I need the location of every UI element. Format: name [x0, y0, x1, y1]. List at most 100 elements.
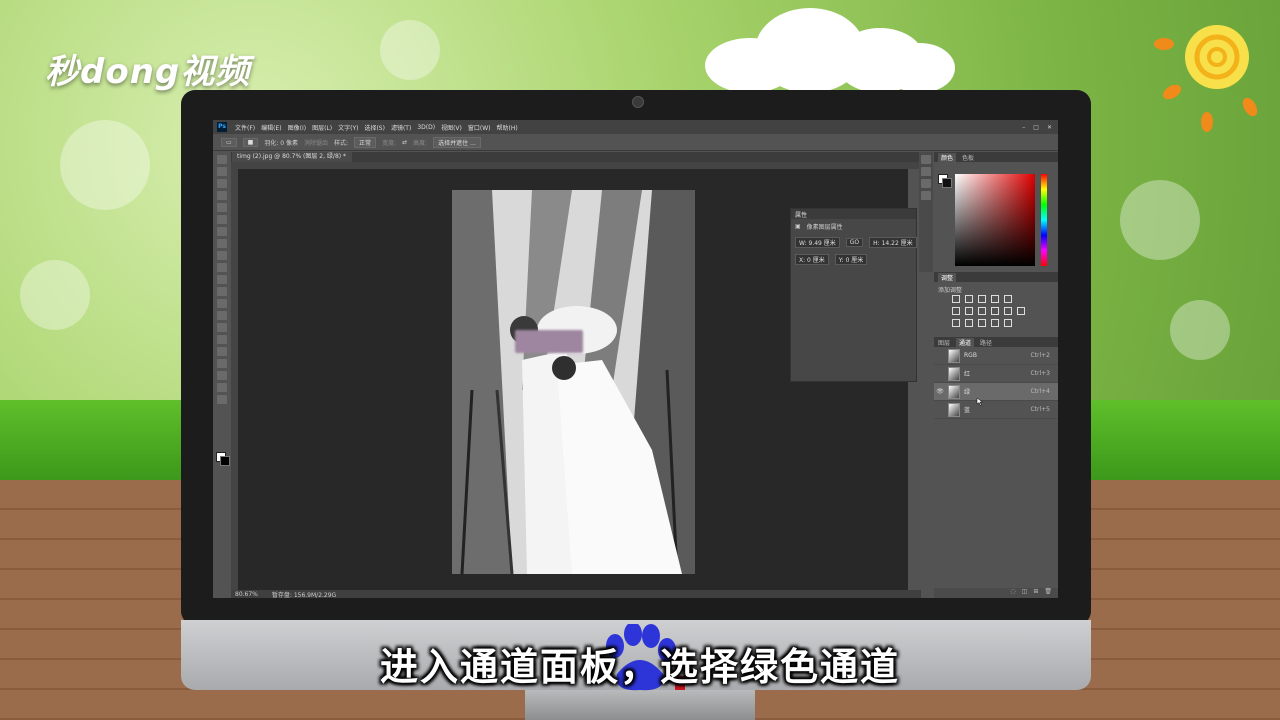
new-selection-icon[interactable]: ■ — [242, 137, 259, 147]
background-color-swatch[interactable] — [220, 456, 230, 466]
menu-layer[interactable]: 图层(L) — [312, 123, 332, 132]
channel-thumbnail — [948, 366, 960, 381]
channel-shortcut: Ctrl+3 — [1030, 370, 1050, 377]
document-tab[interactable]: timg (2).jpg @ 80.7% (图层 2, 绿/8) * — [231, 152, 353, 162]
bokeh-light — [60, 120, 150, 210]
menu-image[interactable]: 图像(I) — [288, 123, 306, 132]
exposure-icon[interactable] — [991, 295, 999, 303]
minimize-icon[interactable]: – — [1022, 124, 1025, 131]
antialias-checkbox[interactable]: 消除锯齿 — [304, 138, 328, 147]
eyedropper-tool-icon[interactable] — [217, 215, 227, 224]
menu-view[interactable]: 视图(V) — [441, 123, 462, 132]
dodge-tool-icon[interactable] — [217, 311, 227, 320]
channel-name: 红 — [964, 371, 971, 378]
brightness-contrast-icon[interactable] — [952, 295, 960, 303]
character-panel-icon[interactable] — [921, 167, 931, 176]
curves-icon[interactable] — [978, 295, 986, 303]
posterize-icon[interactable] — [965, 319, 973, 327]
vibrance-icon[interactable] — [1004, 295, 1012, 303]
style-select[interactable]: 正常 — [354, 136, 377, 148]
black-white-icon[interactable] — [978, 307, 986, 315]
selective-color-icon[interactable] — [1004, 319, 1012, 327]
channel-name: RGB — [964, 352, 977, 359]
gradient-map-icon[interactable] — [991, 319, 999, 327]
brush-tool-icon[interactable] — [217, 239, 227, 248]
photo-filter-icon[interactable] — [991, 307, 999, 315]
channel-mixer-icon[interactable] — [1004, 307, 1012, 315]
visibility-eye-icon[interactable]: 👁 — [936, 388, 944, 395]
link-dimensions-button[interactable]: GO — [845, 238, 864, 247]
background-color-swatch[interactable] — [942, 178, 952, 188]
select-and-mask-button[interactable]: 选择并遮住 ... — [433, 136, 481, 148]
menu-select[interactable]: 选择(S) — [364, 123, 385, 132]
pen-tool-icon[interactable] — [217, 323, 227, 332]
zoom-level[interactable]: 80.67% — [235, 591, 258, 598]
width-field[interactable]: W: 9.49 厘米 — [795, 237, 840, 248]
menu-window[interactable]: 窗口(W) — [468, 123, 491, 132]
move-tool-icon[interactable] — [217, 155, 227, 164]
channel-row-green[interactable]: 👁 绿 Ctrl+4 — [934, 383, 1058, 401]
swap-icon[interactable]: ⇄ — [402, 139, 407, 146]
shape-tool-icon[interactable] — [217, 359, 227, 368]
marquee-tool-icon[interactable] — [217, 167, 227, 176]
clone-stamp-tool-icon[interactable] — [217, 251, 227, 260]
right-panel-column: 颜色 色板 调整 添加调整 图层 通道 路径 RGB Ctrl+2 红 Ctrl… — [934, 152, 1058, 598]
properties-panel-icon[interactable] — [921, 191, 931, 200]
path-select-tool-icon[interactable] — [217, 347, 227, 356]
trash-icon[interactable]: 🗑 — [1044, 588, 1052, 598]
menu-3d[interactable]: 3D(D) — [417, 124, 435, 131]
collapsed-panel-dock — [919, 152, 933, 272]
quick-select-tool-icon[interactable] — [217, 191, 227, 200]
position-row: X: 0 厘米 Y: 0 厘米 — [791, 251, 916, 268]
new-channel-icon[interactable]: ⊞ — [1033, 588, 1038, 598]
channel-row-blue[interactable]: 蓝 Ctrl+5 — [934, 401, 1058, 419]
paragraph-panel-icon[interactable] — [921, 179, 931, 188]
maximize-icon[interactable]: □ — [1033, 124, 1039, 131]
menu-file[interactable]: 文件(F) — [235, 123, 255, 132]
lasso-tool-icon[interactable] — [217, 179, 227, 188]
blur-tool-icon[interactable] — [217, 299, 227, 308]
zoom-tool-icon[interactable] — [217, 383, 227, 392]
gradient-tool-icon[interactable] — [217, 287, 227, 296]
tab-paths[interactable]: 路径 — [980, 338, 992, 347]
eraser-tool-icon[interactable] — [217, 275, 227, 284]
more-tools-icon[interactable] — [217, 395, 227, 404]
height-field[interactable]: H: 14.22 厘米 — [869, 237, 917, 248]
feather-field[interactable]: 羽化: 0 像素 — [264, 138, 298, 147]
menu-help[interactable]: 帮助(H) — [497, 123, 518, 132]
hand-tool-icon[interactable] — [217, 371, 227, 380]
tab-color[interactable]: 颜色 — [938, 152, 957, 162]
levels-icon[interactable] — [965, 295, 973, 303]
tab-swatches[interactable]: 色板 — [962, 153, 974, 162]
threshold-icon[interactable] — [978, 319, 986, 327]
tab-channels[interactable]: 通道 — [956, 337, 975, 347]
document-photo — [452, 190, 695, 574]
color-lookup-icon[interactable] — [1017, 307, 1025, 315]
load-selection-icon[interactable]: ◌ — [1010, 588, 1015, 598]
menu-type[interactable]: 文字(Y) — [338, 123, 358, 132]
hue-saturation-icon[interactable] — [952, 307, 960, 315]
history-panel-icon[interactable] — [921, 155, 931, 164]
healing-tool-icon[interactable] — [217, 227, 227, 236]
x-field[interactable]: X: 0 厘米 — [795, 254, 829, 265]
marquee-tool-preset-icon[interactable]: ▭ — [221, 137, 237, 147]
channel-row-rgb[interactable]: RGB Ctrl+2 — [934, 347, 1058, 365]
tab-layers[interactable]: 图层 — [938, 338, 950, 347]
menu-filter[interactable]: 滤镜(T) — [391, 123, 411, 132]
channel-shortcut: Ctrl+2 — [1030, 352, 1050, 359]
history-brush-tool-icon[interactable] — [217, 263, 227, 272]
crop-tool-icon[interactable] — [217, 203, 227, 212]
menu-edit[interactable]: 编辑(E) — [261, 123, 281, 132]
tab-adjustments[interactable]: 调整 — [938, 272, 957, 282]
saturation-brightness-field[interactable] — [955, 174, 1035, 266]
photo-content — [452, 190, 695, 574]
close-icon[interactable]: ✕ — [1047, 124, 1052, 131]
invert-icon[interactable] — [952, 319, 960, 327]
options-bar: ▭ ■ 羽化: 0 像素 消除锯齿 样式: 正常 宽度: ⇄ 高度: 选择并遮住… — [213, 134, 1058, 151]
save-selection-icon[interactable]: ◫ — [1022, 588, 1028, 598]
hue-slider[interactable] — [1041, 174, 1047, 266]
channel-row-red[interactable]: 红 Ctrl+3 — [934, 365, 1058, 383]
type-tool-icon[interactable] — [217, 335, 227, 344]
y-field[interactable]: Y: 0 厘米 — [834, 254, 868, 265]
color-balance-icon[interactable] — [965, 307, 973, 315]
